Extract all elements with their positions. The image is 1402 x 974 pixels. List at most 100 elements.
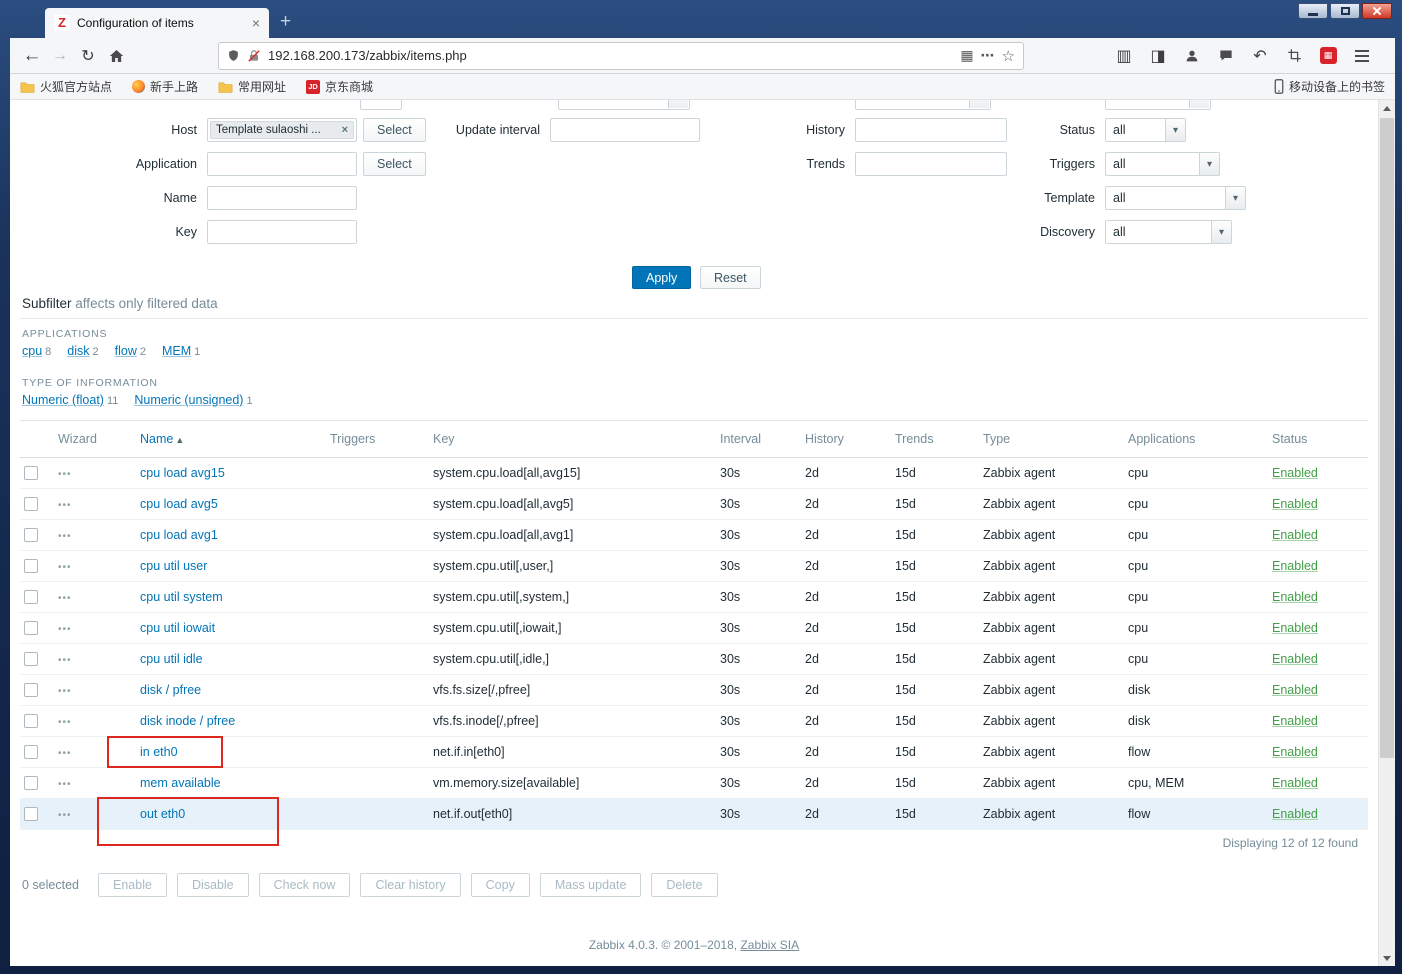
reset-button[interactable]: Reset	[700, 266, 761, 289]
status-select[interactable]: all ▾	[1105, 118, 1186, 142]
item-name-link[interactable]: cpu load avg1	[140, 528, 218, 542]
enable-button[interactable]: Enable	[98, 873, 167, 897]
account-button[interactable]	[1178, 43, 1206, 69]
triggers-select[interactable]: all ▾	[1105, 152, 1220, 176]
wizard-menu-icon[interactable]: •••	[48, 655, 72, 666]
wizard-menu-icon[interactable]: •••	[48, 562, 72, 573]
scrollbar[interactable]	[1378, 100, 1395, 966]
wizard-menu-icon[interactable]: •••	[48, 748, 72, 759]
delete-button[interactable]: Delete	[651, 873, 718, 897]
item-status-link[interactable]: Enabled	[1272, 621, 1318, 635]
wizard-menu-icon[interactable]: •••	[48, 686, 72, 697]
item-status-link[interactable]: Enabled	[1272, 807, 1318, 821]
tab-close-icon[interactable]: ×	[252, 16, 260, 30]
bookmark-item-mobile[interactable]: 移动设备上的书签	[1274, 78, 1385, 95]
close-button[interactable]	[1362, 3, 1392, 19]
disable-button[interactable]: Disable	[176, 873, 249, 897]
page-actions-menu-icon[interactable]: ⋯	[981, 47, 995, 64]
item-name-link[interactable]: disk / pfree	[140, 683, 201, 697]
row-checkbox[interactable]	[24, 466, 38, 481]
home-button[interactable]	[102, 43, 130, 69]
wizard-menu-icon[interactable]: •••	[48, 500, 72, 511]
browser-tab[interactable]: Z Configuration of items ×	[45, 8, 269, 38]
apply-button[interactable]: Apply	[632, 266, 692, 289]
check-now-button[interactable]: Check now	[258, 873, 351, 897]
row-checkbox[interactable]	[24, 652, 38, 667]
mass-update-button[interactable]: Mass update	[539, 873, 642, 897]
application-select-button[interactable]: Select	[363, 152, 426, 176]
row-checkbox[interactable]	[24, 559, 38, 574]
back-button[interactable]: ←	[18, 43, 46, 69]
subfilter-link-flow[interactable]: flow	[115, 344, 137, 358]
wizard-menu-icon[interactable]: •••	[48, 469, 72, 480]
item-status-link[interactable]: Enabled	[1272, 528, 1318, 542]
new-tab-button[interactable]: +	[280, 10, 291, 34]
wizard-menu-icon[interactable]: •••	[48, 779, 72, 790]
item-name-link[interactable]: cpu load avg5	[140, 497, 218, 511]
messages-button[interactable]	[1212, 43, 1240, 69]
item-name-link[interactable]: cpu load avg15	[140, 466, 225, 480]
zabbix-sia-link[interactable]: Zabbix SIA	[740, 938, 799, 952]
maximize-button[interactable]	[1330, 3, 1360, 19]
wizard-menu-icon[interactable]: •••	[48, 624, 72, 635]
refresh-button[interactable]: ↻	[74, 43, 102, 69]
key-input[interactable]	[207, 220, 357, 244]
library-button[interactable]: ▥	[1110, 43, 1138, 69]
host-multiselect[interactable]: Template sulaoshi ... ×	[207, 118, 357, 142]
discovery-select[interactable]: all ▾	[1105, 220, 1232, 244]
item-status-link[interactable]: Enabled	[1272, 652, 1318, 666]
bookmark-item-getting-started[interactable]: 新手上路	[132, 78, 198, 95]
item-status-link[interactable]: Enabled	[1272, 497, 1318, 511]
item-name-link[interactable]: cpu util iowait	[140, 621, 215, 635]
template-select[interactable]: all ▾	[1105, 186, 1246, 210]
item-name-link[interactable]: disk inode / pfree	[140, 714, 235, 728]
subfilter-link-numeric-unsigned[interactable]: Numeric (unsigned)	[134, 393, 243, 407]
item-status-link[interactable]: Enabled	[1272, 776, 1318, 790]
row-checkbox[interactable]	[24, 807, 38, 822]
wizard-menu-icon[interactable]: •••	[48, 717, 72, 728]
url-bar[interactable]: 192.168.200.173/zabbix/items.php ▦ ⋯ ☆	[218, 41, 1024, 70]
wizard-menu-icon[interactable]: •••	[48, 531, 72, 542]
name-input[interactable]	[207, 186, 357, 210]
item-status-link[interactable]: Enabled	[1272, 590, 1318, 604]
item-status-link[interactable]: Enabled	[1272, 745, 1318, 759]
row-checkbox[interactable]	[24, 776, 38, 791]
update-interval-input[interactable]	[550, 118, 700, 142]
bookmark-star-icon[interactable]: ☆	[1002, 47, 1015, 65]
subfilter-link-numeric-float[interactable]: Numeric (float)	[22, 393, 104, 407]
item-status-link[interactable]: Enabled	[1272, 466, 1318, 480]
item-name-link[interactable]: mem available	[140, 776, 221, 790]
row-checkbox[interactable]	[24, 683, 38, 698]
bookmark-item-common-sites[interactable]: 常用网址	[218, 78, 286, 95]
scroll-down-arrow-icon[interactable]	[1379, 950, 1395, 966]
tracking-shield-icon[interactable]	[227, 48, 240, 63]
wizard-menu-icon[interactable]: •••	[48, 593, 72, 604]
subfilter-link-mem[interactable]: MEM	[162, 344, 191, 358]
sort-by-name-link[interactable]: Name ▲	[140, 432, 184, 446]
row-checkbox[interactable]	[24, 745, 38, 760]
item-name-link[interactable]: cpu util system	[140, 590, 223, 604]
subfilter-link-cpu[interactable]: cpu	[22, 344, 42, 358]
row-checkbox[interactable]	[24, 590, 38, 605]
item-status-link[interactable]: Enabled	[1272, 683, 1318, 697]
screenshot-button[interactable]	[1280, 43, 1308, 69]
clear-history-button[interactable]: Clear history	[360, 873, 461, 897]
item-status-link[interactable]: Enabled	[1272, 714, 1318, 728]
sidebar-button[interactable]: ◨	[1144, 43, 1172, 69]
menu-button[interactable]	[1348, 43, 1376, 69]
row-checkbox[interactable]	[24, 714, 38, 729]
item-name-link[interactable]: cpu util user	[140, 559, 207, 573]
row-checkbox[interactable]	[24, 621, 38, 636]
remove-token-icon[interactable]: ×	[342, 124, 348, 136]
bookmark-item-jd[interactable]: JD 京东商城	[306, 78, 373, 95]
forward-button[interactable]: →	[46, 43, 74, 69]
application-input[interactable]	[207, 152, 357, 176]
item-name-link[interactable]: cpu util idle	[140, 652, 203, 666]
scroll-up-arrow-icon[interactable]	[1379, 100, 1395, 116]
row-checkbox[interactable]	[24, 497, 38, 512]
minimize-button[interactable]	[1298, 3, 1328, 19]
subfilter-link-disk[interactable]: disk	[67, 344, 89, 358]
copy-button[interactable]: Copy	[470, 873, 530, 897]
page-actions-grid-icon[interactable]: ▦	[960, 47, 973, 64]
bookmark-item-firefox-official[interactable]: 火狐官方站点	[20, 78, 112, 95]
